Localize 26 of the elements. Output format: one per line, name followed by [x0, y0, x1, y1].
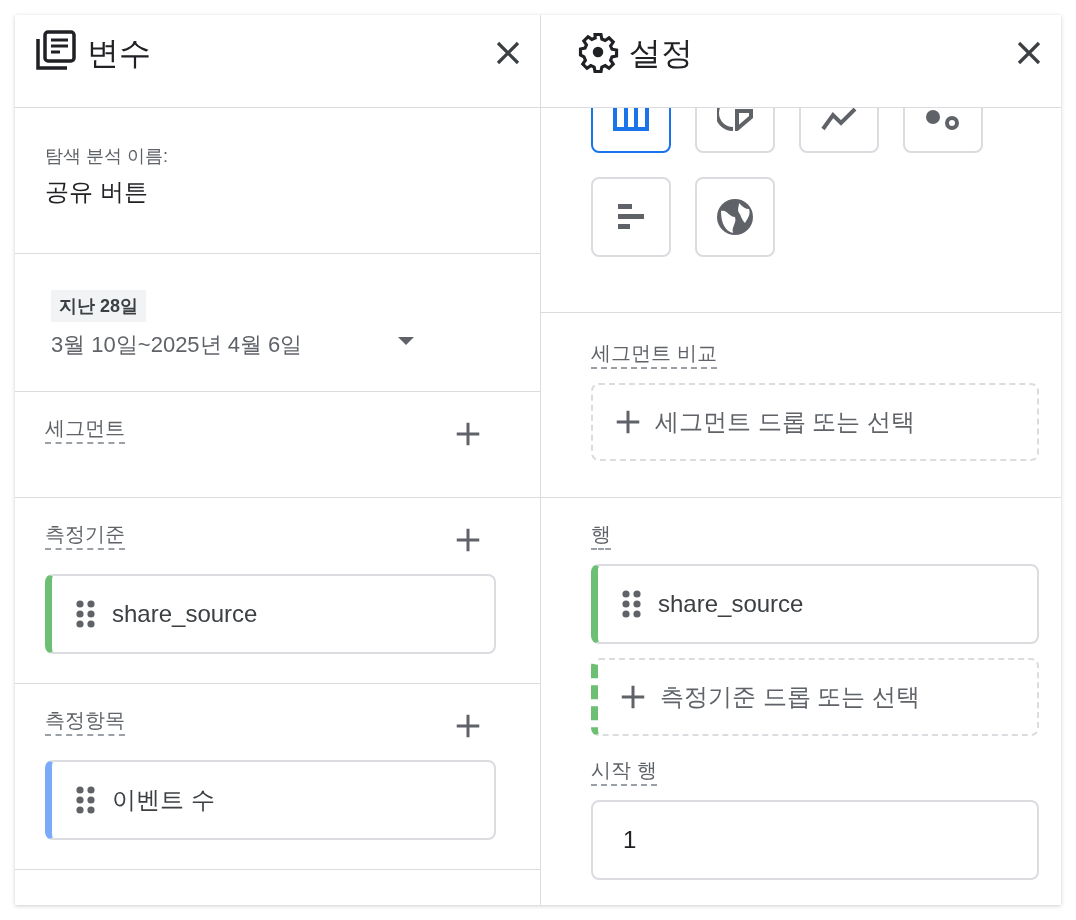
section-label: 행 [591, 520, 611, 550]
variable-chip[interactable]: share_source [45, 574, 496, 654]
drag-handle-icon [76, 786, 96, 814]
segment-drop-zone[interactable]: 세그먼트 드롭 또는 선택 [591, 383, 1039, 461]
dimension-drop-zone[interactable]: 측정기준 드롭 또는 선택 [591, 658, 1039, 736]
bar-chart-icon [616, 202, 646, 232]
drag-handle-icon [76, 600, 96, 628]
panel-title: 변수 [87, 34, 152, 73]
globe-icon [715, 197, 755, 237]
date-range-text: 3월 10일~2025년 4월 6일 [51, 331, 303, 359]
variable-chip[interactable]: 이벤트 수 [45, 760, 496, 840]
section-label: 세그먼트 [45, 414, 125, 444]
settings-icon [577, 31, 619, 73]
variable-chip[interactable]: share_source [591, 564, 1039, 644]
field-label: 시작 행 [591, 756, 657, 786]
caret-icon [398, 337, 414, 347]
start-row-input[interactable]: 1 [591, 800, 1039, 880]
date-preset-chip: 지난 28일 [51, 290, 147, 322]
field-label: 탐색 분석 이름: [45, 145, 168, 168]
section-label: 측정항목 [45, 706, 125, 736]
section-label: 세그먼트 비교 [591, 339, 717, 369]
drag-handle-icon [622, 590, 642, 618]
exploration-name: 공유 버튼 [45, 177, 149, 207]
panel-title: 설정 [629, 34, 694, 73]
section-label: 측정기준 [45, 520, 125, 550]
document-stack-icon [35, 29, 77, 71]
